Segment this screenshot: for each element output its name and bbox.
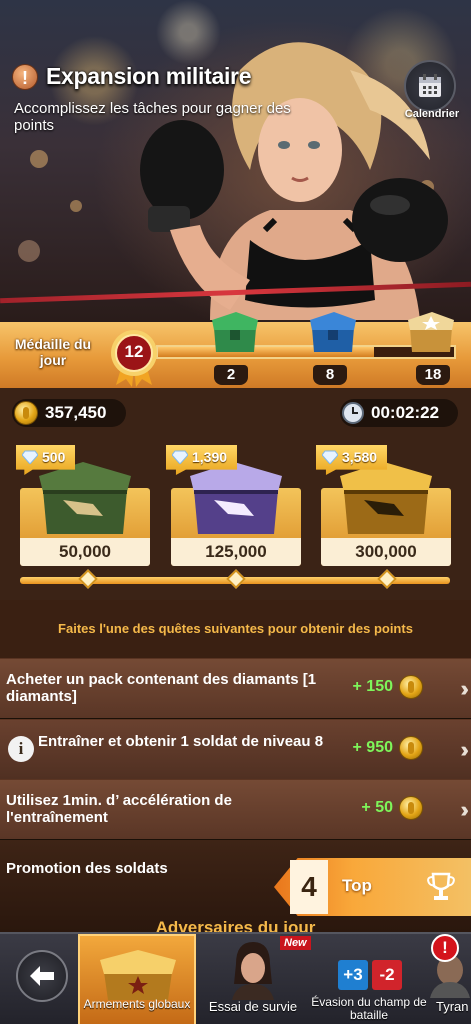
- quest-reward-2: + 950: [353, 736, 429, 760]
- chest-diamonds-2: 1,390: [192, 449, 228, 465]
- back-arrow-icon: [30, 966, 54, 986]
- quest-reward-value-1: + 150: [352, 678, 393, 695]
- chest-diamonds-1: 500: [42, 449, 66, 465]
- double-chevron-right-icon[interactable]: ››: [460, 676, 468, 702]
- event-subtitle: Accomplissez les tâches pour gagner des …: [14, 100, 291, 134]
- diamond-icon: [22, 450, 38, 464]
- crowd-light: [30, 150, 48, 168]
- progress-marker: [377, 569, 397, 589]
- gold-chest-icon: [100, 950, 176, 1000]
- rank-label: Top: [342, 876, 372, 895]
- milestone-green-chest-icon[interactable]: [208, 310, 262, 354]
- quest-reward-1: + 150: [353, 675, 429, 699]
- nav-tab-global-armaments[interactable]: Armements globaux: [78, 934, 196, 1024]
- progress-marker: [226, 569, 246, 589]
- quests-header: Faites l'une des quêtes suivantes pour o…: [0, 600, 471, 658]
- coin-icon: [399, 796, 423, 820]
- milestone-count-2: 8: [313, 365, 347, 385]
- chest-price-1: 50,000: [20, 538, 150, 566]
- medal-count: 12: [124, 342, 144, 361]
- coin-icon: [399, 736, 423, 760]
- reward-chest-panel: 357,450 00:02:22 50,000 500 125,000 1,39…: [0, 388, 471, 600]
- milestone-gold-chest-icon[interactable]: [404, 310, 458, 354]
- quest-reward-value-3: + 50: [361, 799, 393, 816]
- info-icon[interactable]: i: [8, 736, 34, 762]
- double-chevron-right-icon[interactable]: ››: [460, 797, 468, 823]
- nav-label-3: Évasion du champ de bataille: [311, 995, 427, 1022]
- nav-label-4: Tyran: [436, 999, 469, 1014]
- clock-icon: [342, 402, 364, 424]
- milestone-blue-chest-icon[interactable]: [306, 310, 360, 354]
- coin-icon: [399, 675, 423, 699]
- info-exclamation-icon[interactable]: !: [12, 63, 38, 90]
- score-red: -2: [372, 960, 402, 990]
- chest-progress-track: [20, 569, 450, 589]
- crowd-light: [18, 240, 40, 262]
- bottom-nav: Armements globaux Essai de survie New +3…: [0, 932, 471, 1024]
- back-button[interactable]: [16, 950, 68, 1002]
- score-blue: +3: [338, 960, 368, 990]
- nav-label-2: Essai de survie: [208, 999, 298, 1014]
- milestone-count-1: 2: [214, 365, 248, 385]
- crowd-light: [70, 200, 82, 212]
- milestone-count-3: 18: [416, 365, 450, 385]
- alert-badge: !: [431, 934, 459, 962]
- quest-reward-3: + 50: [361, 796, 429, 820]
- daily-medal-bar: Médaille du jour 12 2 8 18: [0, 312, 471, 388]
- event-title: Expansion militaire: [46, 63, 252, 89]
- chest-price-3: 300,000: [321, 538, 451, 566]
- chest-price-2: 125,000: [171, 538, 301, 566]
- event-timer-value: 00:02:22: [371, 403, 440, 422]
- event-timer: 00:02:22: [340, 399, 458, 427]
- calendar-label: Calendrier: [404, 108, 460, 120]
- nav-label-1: Armements globaux: [83, 997, 191, 1011]
- double-chevron-right-icon[interactable]: ››: [460, 737, 468, 763]
- rank-number: 4: [290, 860, 328, 914]
- quest-row-1[interactable]: Acheter un pack contenant des diamants […: [0, 658, 471, 718]
- hero-banner: [0, 0, 471, 322]
- progress-marker: [78, 569, 98, 589]
- quest-text-3: Utilisez 1min. d’ accélération de l'entr…: [6, 792, 232, 826]
- coin-balance-value: 357,450: [45, 403, 107, 422]
- quest-text-2: Entraîner et obtenir 1 soldat de niveau …: [38, 733, 324, 750]
- diamond-icon: [322, 450, 338, 464]
- trophy-icon: [427, 872, 455, 900]
- coin-balance: 357,450: [12, 399, 126, 427]
- survivor-portrait-icon: [232, 942, 274, 1000]
- diamond-icon: [172, 450, 188, 464]
- new-badge: New: [280, 936, 311, 950]
- coin-icon: [14, 401, 38, 425]
- promotion-title: Promotion des soldats: [6, 860, 168, 877]
- chest-diamonds-3: 3,580: [342, 449, 378, 465]
- quest-reward-value-2: + 950: [352, 739, 393, 756]
- event-title-row: ! Expansion militaire: [12, 63, 252, 90]
- quest-text-1: Acheter un pack contenant des diamants […: [6, 671, 317, 705]
- quest-row-3[interactable]: Utilisez 1min. d’ accélération de l'entr…: [0, 779, 471, 839]
- calendar-icon: [419, 74, 441, 97]
- calendar-button[interactable]: [404, 60, 456, 112]
- quest-row-2[interactable]: i Entraîner et obtenir 1 soldat de nivea…: [0, 719, 471, 779]
- nav-tab-battlefield-escape[interactable]: +3 -2 Évasion du champ de bataille: [310, 934, 428, 1024]
- daily-medal-label: Médaille du jour: [14, 336, 92, 368]
